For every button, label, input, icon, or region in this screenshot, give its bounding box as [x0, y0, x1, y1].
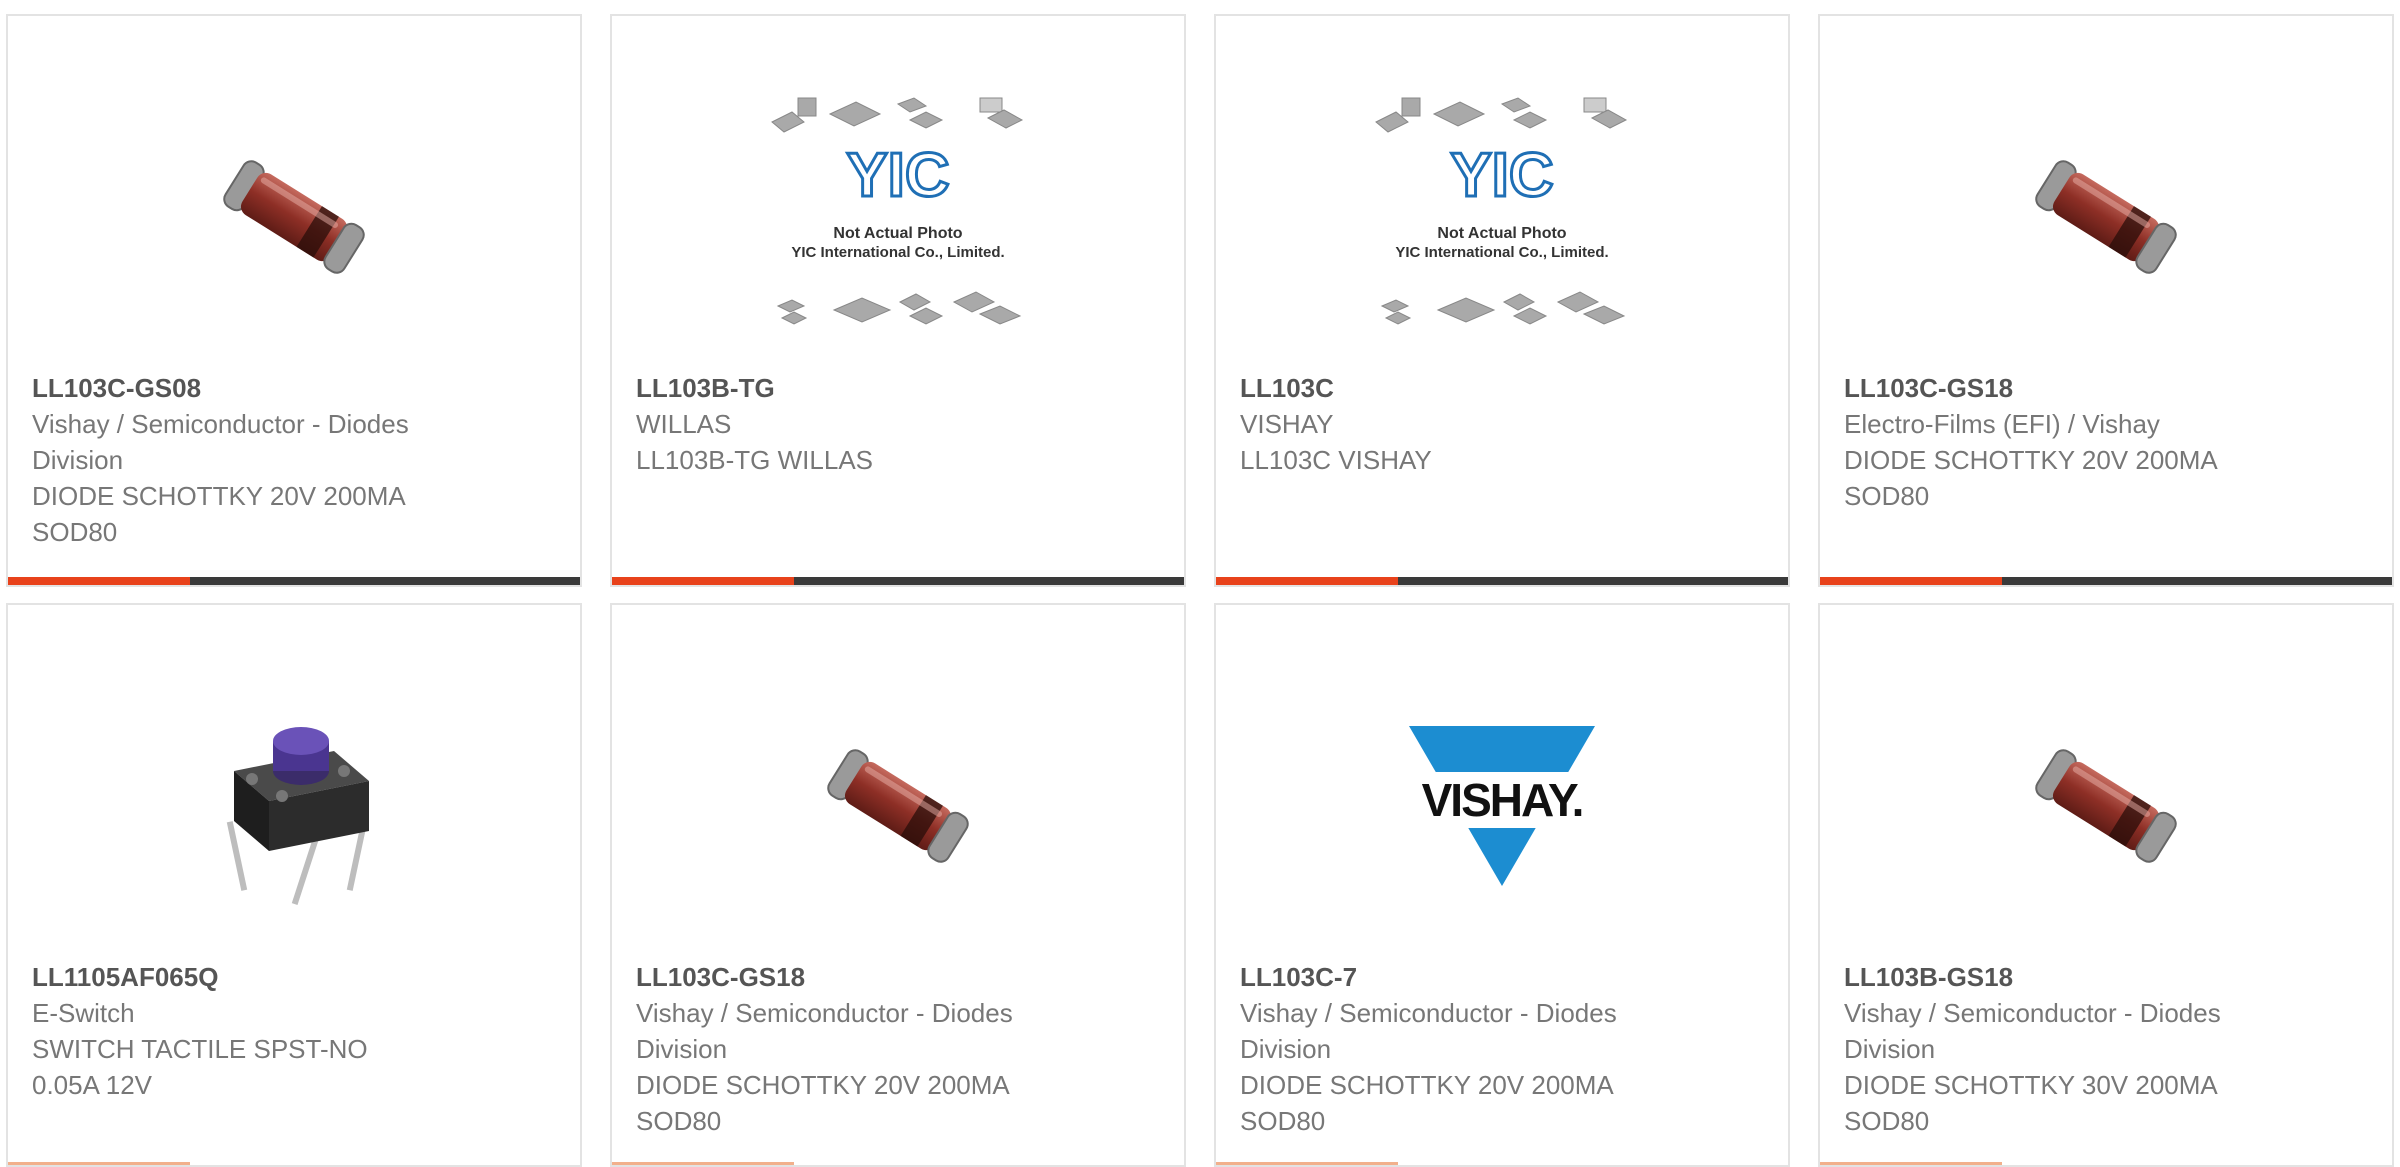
description-cont: SOD80	[1240, 1106, 1326, 1136]
product-card[interactable]: LL103C-GS18 Electro-Films (EFI) / Vishay…	[1818, 14, 2394, 587]
manufacturer: E-Switch	[32, 998, 135, 1028]
manufacturer: WILLAS	[636, 409, 732, 439]
card-bottom-accent	[1820, 1162, 2002, 1165]
placeholder-photo-icon: YIC Not Actual Photo YIC International C…	[1375, 97, 1628, 325]
product-card[interactable]: LL103C-GS18 Vishay / Semiconductor - Dio…	[610, 603, 1186, 1167]
diode-icon	[827, 749, 969, 863]
description: DIODE SCHOTTKY 30V 200MA	[1844, 1070, 2218, 1100]
description: LL103B-TG WILLAS	[636, 445, 873, 475]
product-card[interactable]: LL103C-GS08 Vishay / Semiconductor - Dio…	[6, 14, 582, 587]
product-card[interactable]: VISHAY. LL103C-7 Vishay / Semiconductor …	[1214, 603, 1790, 1167]
card-bottom-bar	[1820, 577, 2392, 585]
manufacturer-cont: Division	[32, 445, 124, 475]
manufacturer: Vishay / Semiconductor - Diodes	[32, 409, 409, 439]
description: DIODE SCHOTTKY 20V 200MA	[1240, 1070, 1614, 1100]
description-cont: SOD80	[32, 517, 118, 547]
product-image[interactable]	[1820, 665, 2392, 947]
product-image[interactable]	[8, 665, 580, 947]
diode-icon	[223, 160, 365, 274]
product-card[interactable]: LL1105AF065Q E-Switch SWITCH TACTILE SPS…	[6, 603, 582, 1167]
manufacturer-cont: Division	[1240, 1034, 1332, 1064]
part-number[interactable]: LL103C-7	[1240, 959, 1670, 995]
part-number[interactable]: LL1105AF065Q	[32, 959, 462, 995]
card-bottom-bar	[1216, 577, 1788, 585]
diode-icon	[2035, 749, 2177, 863]
manufacturer-cont: Division	[636, 1034, 728, 1064]
card-bottom-accent	[1216, 1162, 1398, 1165]
card-bottom-accent	[612, 1162, 794, 1165]
placeholder-brand: YIC	[846, 141, 949, 210]
product-image[interactable]	[8, 76, 580, 358]
manufacturer: Vishay / Semiconductor - Diodes	[1844, 998, 2221, 1028]
product-image[interactable]	[612, 665, 1184, 947]
description: DIODE SCHOTTKY 20V 200MA	[636, 1070, 1010, 1100]
part-number[interactable]: LL103C-GS08	[32, 370, 462, 406]
description: SWITCH TACTILE SPST-NO	[32, 1034, 368, 1064]
vishay-logo-icon: VISHAY.	[1397, 726, 1607, 886]
description-cont: 0.05A 12V	[32, 1070, 152, 1100]
card-bottom-bar	[612, 577, 1184, 585]
placeholder-caption-company: YIC International Co., Limited.	[1395, 244, 1608, 261]
part-number[interactable]: LL103B-TG	[636, 370, 1066, 406]
product-image[interactable]: YIC Not Actual Photo YIC International C…	[1216, 76, 1788, 358]
product-grid: LL103C-GS08 Vishay / Semiconductor - Dio…	[0, 0, 2400, 1167]
manufacturer: Vishay / Semiconductor - Diodes	[636, 998, 1013, 1028]
card-bottom-bar	[8, 577, 580, 585]
manufacturer: Electro-Films (EFI) / Vishay	[1844, 409, 2160, 439]
product-image[interactable]: YIC Not Actual Photo YIC International C…	[612, 76, 1184, 358]
description-cont: SOD80	[1844, 1106, 1930, 1136]
product-card[interactable]: LL103B-GS18 Vishay / Semiconductor - Dio…	[1818, 603, 2394, 1167]
placeholder-caption: Not Actual Photo	[833, 225, 962, 242]
part-number[interactable]: LL103B-GS18	[1844, 959, 2274, 995]
product-card[interactable]: YIC Not Actual Photo YIC International C…	[1214, 14, 1790, 587]
manufacturer: Vishay / Semiconductor - Diodes	[1240, 998, 1617, 1028]
description: LL103C VISHAY	[1240, 445, 1432, 475]
part-number[interactable]: LL103C	[1240, 370, 1670, 406]
placeholder-caption: Not Actual Photo	[1437, 225, 1566, 242]
placeholder-caption-company: YIC International Co., Limited.	[791, 244, 1004, 261]
manufacturer: VISHAY	[1240, 409, 1334, 439]
card-bottom-accent	[8, 1162, 190, 1165]
product-card[interactable]: YIC Not Actual Photo YIC International C…	[610, 14, 1186, 587]
description-cont: SOD80	[1844, 481, 1930, 511]
placeholder-brand: YIC	[1450, 141, 1553, 210]
product-image[interactable]	[1820, 76, 2392, 358]
description-cont: SOD80	[636, 1106, 722, 1136]
part-number[interactable]: LL103C-GS18	[636, 959, 1066, 995]
description: DIODE SCHOTTKY 20V 200MA	[1844, 445, 2218, 475]
tactile-switch-icon	[226, 727, 369, 905]
diode-icon	[2035, 160, 2177, 274]
vishay-logo-text: VISHAY.	[1422, 774, 1583, 826]
manufacturer-cont: Division	[1844, 1034, 1936, 1064]
part-number[interactable]: LL103C-GS18	[1844, 370, 2274, 406]
description: DIODE SCHOTTKY 20V 200MA	[32, 481, 406, 511]
product-image[interactable]: VISHAY.	[1216, 665, 1788, 947]
placeholder-photo-icon: YIC Not Actual Photo YIC International C…	[771, 97, 1024, 325]
